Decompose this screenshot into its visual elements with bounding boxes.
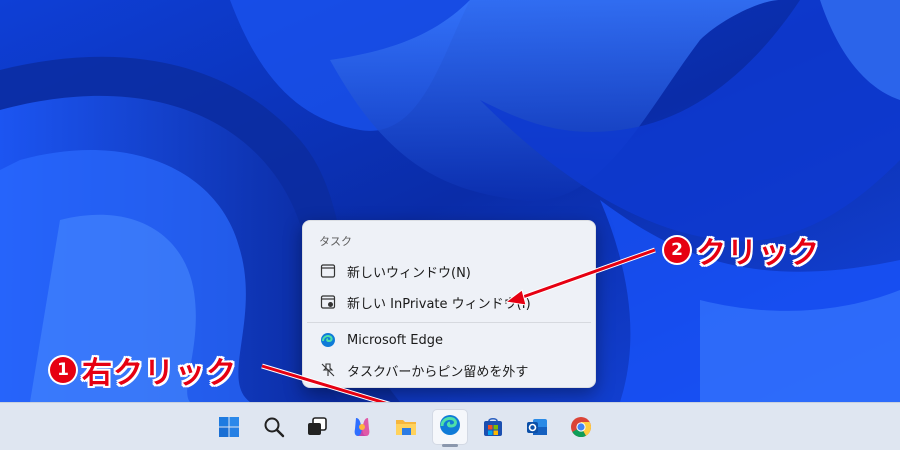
annotation-step-2: 2 クリック xyxy=(664,228,820,272)
edge-icon xyxy=(438,413,462,441)
annotation-label: 右クリック xyxy=(82,356,237,391)
step-number-badge: 1 xyxy=(50,357,76,383)
search-icon[interactable] xyxy=(256,409,292,445)
menu-divider xyxy=(307,322,591,323)
task-view-icon[interactable] xyxy=(299,409,335,445)
menu-section-header: タスク xyxy=(319,235,352,248)
step-number-badge: 2 xyxy=(664,237,690,263)
menu-item-new-window[interactable]: 新しいウィンドウ(N) xyxy=(307,256,591,286)
menu-item-label: Microsoft Edge xyxy=(347,332,444,348)
windows-start-icon[interactable] xyxy=(211,409,247,445)
annotation-step-1: 1 右クリック xyxy=(50,348,237,392)
menu-item-microsoft-edge[interactable]: Microsoft Edge xyxy=(307,325,591,355)
store-icon[interactable] xyxy=(475,409,511,445)
inprivate-window-icon xyxy=(319,293,337,311)
menu-item-new-inprivate-window[interactable]: 新しい InPrivate ウィンドウ(I) xyxy=(307,287,591,317)
active-app-indicator xyxy=(442,444,458,447)
outlook-icon[interactable] xyxy=(519,409,555,445)
edge-icon xyxy=(319,331,337,349)
unpin-icon xyxy=(319,361,337,379)
file-explorer-icon[interactable] xyxy=(388,409,424,445)
annotation-label: クリック xyxy=(696,236,820,271)
menu-item-label: タスクバーからピン留めを外す xyxy=(347,364,529,380)
menu-item-label: 新しいウィンドウ(N) xyxy=(347,265,471,281)
chrome-icon[interactable] xyxy=(563,409,599,445)
menu-item-unpin-from-taskbar[interactable]: タスクバーからピン留めを外す xyxy=(307,355,591,385)
taskbar-jump-list: タスク 新しいウィンドウ(N) 新しい InPrivate ウィンドウ(I) M… xyxy=(302,220,596,388)
menu-item-label: 新しい InPrivate ウィンドウ(I) xyxy=(347,296,531,312)
taskbar xyxy=(0,402,900,450)
window-icon xyxy=(319,262,337,280)
copilot-icon[interactable] xyxy=(344,409,380,445)
taskbar-edge-button[interactable] xyxy=(432,409,468,445)
